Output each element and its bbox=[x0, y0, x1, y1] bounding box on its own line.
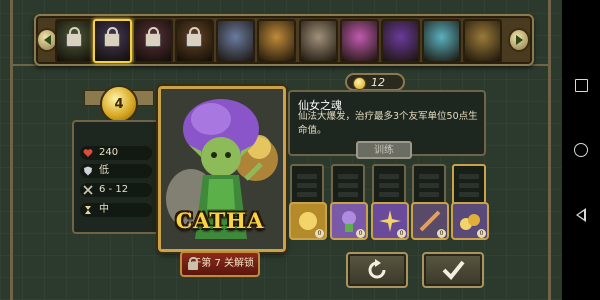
stat-health-value: 240 bbox=[99, 147, 119, 158]
shield-icon bbox=[84, 166, 92, 176]
back-button[interactable] bbox=[571, 205, 591, 225]
hourglass-icon bbox=[85, 206, 91, 214]
home-button[interactable] bbox=[571, 140, 591, 160]
skill-level: 0 bbox=[437, 229, 446, 238]
reset-button[interactable] bbox=[346, 252, 408, 288]
skill-bar bbox=[297, 183, 317, 188]
hero-name: CATHA bbox=[175, 208, 265, 233]
skill-bar bbox=[379, 183, 399, 188]
lock-icon bbox=[66, 27, 82, 47]
confirm-button[interactable] bbox=[422, 252, 484, 288]
hero-portrait-9[interactable] bbox=[381, 19, 420, 63]
unlock-requirement-label: 于第 7 关解锁 bbox=[191, 258, 254, 269]
skill-points-value: 12 bbox=[371, 76, 385, 89]
skill-bar bbox=[379, 192, 399, 197]
checkmark-icon bbox=[442, 260, 465, 280]
chevron-left-icon bbox=[43, 35, 51, 45]
recents-icon bbox=[574, 78, 588, 92]
system-navigation-bar bbox=[562, 0, 600, 300]
stat-respawn: 中 bbox=[80, 203, 152, 217]
hero-level: 4 bbox=[114, 96, 124, 112]
stat-armor: 低 bbox=[80, 164, 152, 178]
lock-icon bbox=[145, 27, 161, 47]
skill-icon-1[interactable]: 0 bbox=[289, 202, 327, 240]
skill-bar bbox=[338, 183, 358, 188]
skill-bar bbox=[419, 174, 439, 179]
lock-icon bbox=[104, 27, 120, 47]
hero-portrait-5[interactable] bbox=[216, 19, 255, 63]
lock-icon bbox=[188, 257, 198, 270]
skill-level: 0 bbox=[397, 229, 406, 238]
skill-bar bbox=[459, 192, 479, 197]
stat-armor-value: 低 bbox=[99, 165, 109, 176]
home-icon bbox=[574, 143, 588, 157]
skill-icon-5[interactable]: 0 bbox=[451, 202, 489, 240]
hero-portrait-3[interactable] bbox=[134, 19, 173, 63]
hero-level-badge: 4 bbox=[100, 85, 138, 123]
heart-icon bbox=[83, 149, 93, 157]
train-button[interactable]: 训练 bbox=[356, 141, 412, 159]
skill-icon-4[interactable]: 0 bbox=[411, 202, 449, 240]
skill-description: 仙法大爆发，治疗最多3个友军单位50点生命值。 bbox=[298, 111, 478, 136]
stat-damage: 6 - 12 bbox=[80, 183, 152, 197]
stat-respawn-value: 中 bbox=[99, 204, 109, 215]
skill-bar bbox=[297, 174, 317, 179]
recents-button[interactable] bbox=[571, 75, 591, 95]
lock-icon bbox=[186, 27, 202, 47]
hero-portrait-4[interactable] bbox=[175, 19, 214, 63]
back-icon bbox=[576, 208, 586, 222]
skill-level: 0 bbox=[315, 229, 324, 238]
skill-bar bbox=[419, 192, 439, 197]
hero-portrait-2[interactable] bbox=[93, 19, 132, 63]
skill-bar bbox=[459, 174, 479, 179]
skill-bar bbox=[297, 192, 317, 197]
hero-portrait-8[interactable] bbox=[340, 19, 379, 63]
swords-icon bbox=[83, 185, 93, 195]
skill-points-counter: 12 bbox=[345, 73, 405, 91]
skill-bar bbox=[459, 183, 479, 188]
coin-icon bbox=[353, 77, 366, 90]
hero-portrait-11[interactable] bbox=[463, 19, 502, 63]
hero-room: 4 240 低 6 - 12 中 CATHA 于第 7 关解锁 12 仙女之魂 … bbox=[0, 0, 562, 300]
skill-bar bbox=[379, 174, 399, 179]
hero-portrait-1[interactable] bbox=[55, 19, 94, 63]
skill-level: 0 bbox=[477, 229, 486, 238]
skill-level: 0 bbox=[356, 229, 365, 238]
frame-left bbox=[10, 0, 13, 300]
game-screen: 4 240 低 6 - 12 中 CATHA 于第 7 关解锁 12 仙女之魂 … bbox=[0, 0, 600, 300]
skill-icon-3[interactable]: 0 bbox=[371, 202, 409, 240]
hero-portrait-7[interactable] bbox=[299, 19, 338, 63]
skill-bar bbox=[338, 192, 358, 197]
stat-damage-value: 6 - 12 bbox=[99, 184, 129, 195]
hero-portrait-6[interactable] bbox=[257, 19, 296, 63]
skill-bar bbox=[338, 174, 358, 179]
frame-right bbox=[548, 0, 551, 300]
skill-bar bbox=[419, 183, 439, 188]
hero-portrait-10[interactable] bbox=[422, 19, 461, 63]
reset-icon bbox=[368, 259, 386, 279]
skill-icon-2[interactable]: 0 bbox=[330, 202, 368, 240]
stat-health: 240 bbox=[80, 146, 152, 160]
scroll-right-button[interactable] bbox=[508, 28, 530, 52]
unlock-requirement-button[interactable]: 于第 7 关解锁 bbox=[180, 251, 260, 277]
chevron-right-icon bbox=[515, 35, 523, 45]
